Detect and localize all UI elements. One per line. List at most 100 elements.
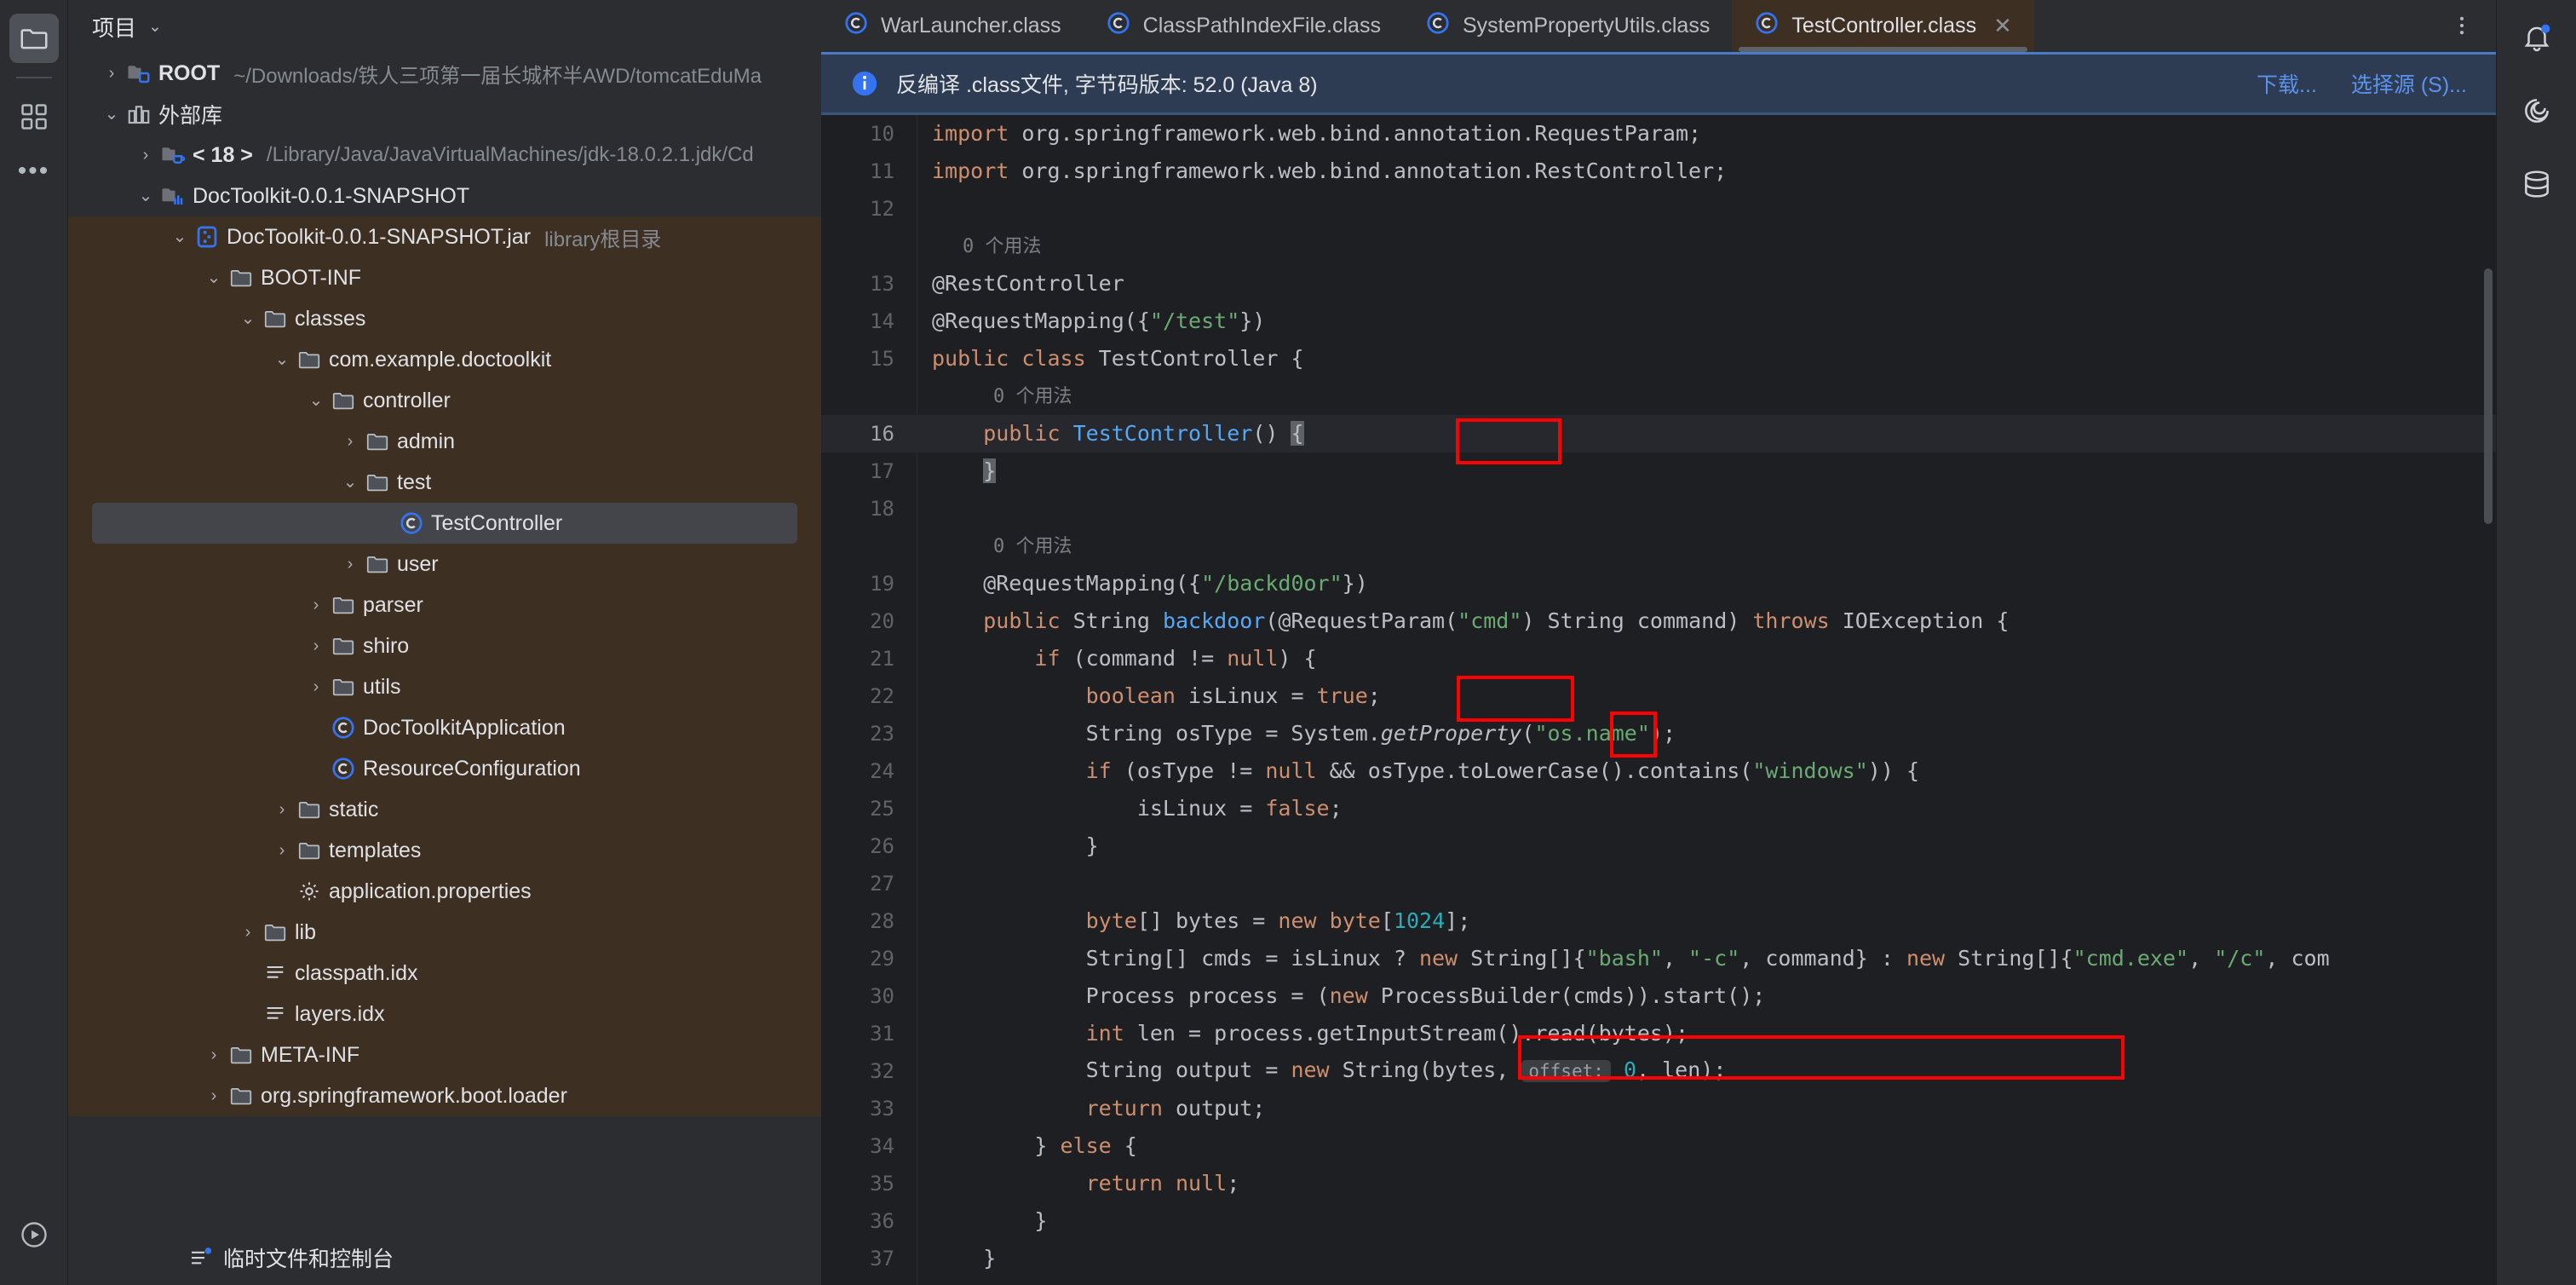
tree-node-org-springframework-boot-loader[interactable]: › org.springframework.boot.loader	[68, 1075, 821, 1116]
tree-node-utils[interactable]: › utils	[68, 666, 821, 707]
usage-hint: 0 个用法	[963, 235, 1042, 257]
tree-node-user[interactable]: › user	[68, 544, 821, 585]
code-line: 22 boolean isLinux = true;	[821, 677, 2496, 715]
tree-node-18[interactable]: › < 18 > /Library/Java/JavaVirtualMachines…	[68, 135, 821, 176]
close-icon[interactable]: ✕	[1993, 13, 2012, 39]
database-button[interactable]	[2511, 158, 2562, 210]
chevron-down-icon[interactable]: ⌄	[305, 392, 327, 409]
chevron-right-icon[interactable]: ›	[271, 801, 293, 818]
chevron-down-icon[interactable]: ⌄	[237, 310, 259, 327]
code-line: 11 import org.springframework.web.bind.an…	[821, 153, 2496, 190]
tree-node-parser[interactable]: › parser	[68, 585, 821, 625]
chevron-right-icon[interactable]: ›	[305, 637, 327, 654]
run-tool-window-button[interactable]	[9, 1210, 59, 1259]
tree-node-meta-inf[interactable]: › META-INF	[68, 1034, 821, 1075]
code-line: 36 }	[821, 1202, 2496, 1240]
code-text: String[] cmds = isLinux ? new String[]{"…	[932, 945, 2330, 971]
chevron-right-icon[interactable]: ›	[135, 147, 157, 164]
folder-icon	[293, 797, 325, 822]
structure-tool-window-button[interactable]	[9, 92, 59, 141]
tree-node-boot-inf[interactable]: ⌄ BOOT-INF	[68, 257, 821, 298]
tab-overflow-menu-button[interactable]	[2428, 0, 2496, 52]
code-line: 19 @RequestMapping({"/backd0or"})	[821, 565, 2496, 602]
package-icon	[332, 393, 354, 410]
line-number: 29	[870, 946, 894, 971]
editor-tab-label: TestController.class	[1791, 13, 1977, 37]
tree-node-static[interactable]: › static	[68, 789, 821, 830]
code-text: 0 个用法	[917, 377, 1072, 416]
tree-node-shiro[interactable]: › shiro	[68, 625, 821, 666]
chevron-right-icon[interactable]: ›	[305, 678, 327, 695]
tree-node-doctoolkit-0-0-1-snapshot-jar[interactable]: ⌄ DocToolkit-0.0.1-SNAPSHOT.jar library根目录	[68, 216, 821, 257]
chevron-right-icon[interactable]: ›	[305, 596, 327, 614]
chevron-right-icon[interactable]: ›	[203, 1087, 225, 1104]
tree-node-testcontroller[interactable]: ›TestController	[92, 503, 797, 544]
code-line: 16 public TestController() {	[821, 414, 2496, 452]
download-sources-link[interactable]: 下载...	[2257, 68, 2317, 99]
editor-tab-systempropertyutils[interactable]: SystemPropertyUtils.class	[1403, 0, 1732, 52]
tree-node-root[interactable]: › ROOT ~/Downloads/铁人三项第一届长城杯半AWD/tomcatEd…	[68, 53, 821, 94]
tree-node-controller[interactable]: ⌄ controller	[68, 380, 821, 421]
chevron-down-icon[interactable]: ⌄	[101, 106, 123, 123]
code-text: String osType = System.getProperty("os.n…	[932, 720, 1676, 746]
editor-scrollbar[interactable]	[2484, 268, 2493, 524]
chevron-right-icon[interactable]: ›	[101, 65, 123, 82]
chevron-right-icon[interactable]: ›	[271, 842, 293, 859]
chevron-down-icon[interactable]: ⌄	[135, 187, 157, 205]
more-tool-windows-button[interactable]: •••	[9, 147, 59, 196]
scratches-and-consoles-row[interactable]: 临时文件和控制台	[68, 1230, 821, 1285]
tree-node-com-example-doctoolkit[interactable]: ⌄ com.example.doctoolkit	[68, 339, 821, 380]
project-tool-window-button[interactable]	[9, 14, 59, 63]
editor-tab-warlauncher[interactable]: WarLauncher.class	[821, 0, 1084, 52]
chevron-down-icon[interactable]: ⌄	[203, 269, 225, 286]
code-text: int len = process.getInputStream().read(…	[1085, 1020, 1689, 1046]
tree-node-[interactable]: ⌄ 外部库	[68, 94, 821, 135]
tree-node-classes[interactable]: ⌄ classes	[68, 298, 821, 339]
chevron-right-icon[interactable]: ›	[339, 556, 361, 573]
ai-assistant-button[interactable]	[2511, 85, 2562, 136]
code-line: 17 }	[821, 452, 2496, 490]
code-text: return output;	[1085, 1095, 1266, 1121]
tree-node-doctoolkit-0-0-1-snapshot[interactable]: ⌄ DocToolkit-0.0.1-SNAPSHOT	[68, 176, 821, 216]
chevron-down-icon[interactable]: ⌄	[169, 228, 191, 245]
tree-node-layers-idx[interactable]: ›layers.idx	[68, 994, 821, 1034]
tree-node-admin[interactable]: › admin	[68, 421, 821, 462]
tree-node-resourceconfiguration[interactable]: ›ResourceConfiguration	[68, 748, 821, 789]
tree-node-label: DocToolkit-0.0.1-SNAPSHOT	[193, 183, 470, 208]
line-number: 12	[870, 196, 894, 221]
code-text: }	[932, 1207, 1048, 1233]
tree-node-label: DocToolkit-0.0.1-SNAPSHOT.jar	[227, 224, 532, 249]
chevron-down-icon[interactable]: ⌄	[339, 474, 361, 491]
line-number: 11	[870, 158, 894, 183]
code-text: }	[932, 1245, 997, 1271]
code-line: 21 if (command != null) {	[821, 640, 2496, 677]
tree-node-templates[interactable]: › templates	[68, 830, 821, 871]
code-text: 0 个用法	[917, 527, 1072, 566]
code-line: 14 @RequestMapping({"/test"})	[821, 303, 2496, 340]
tree-node-lib[interactable]: › lib	[68, 912, 821, 953]
chevron-down-icon[interactable]: ⌄	[148, 17, 162, 37]
line-number: 38	[821, 1277, 917, 1285]
tree-node-test[interactable]: ⌄ test	[68, 462, 821, 503]
tree-node-doctoolkitapplication[interactable]: ›DocToolkitApplication	[68, 707, 821, 748]
structure-icon	[20, 104, 47, 130]
choose-sources-link[interactable]: 选择源 (S)...	[2351, 68, 2467, 99]
tree-node-label: layers.idx	[295, 1001, 385, 1026]
editor-tab-classpathindexfile[interactable]: ClassPathIndexFile.class	[1084, 0, 1403, 52]
external-libraries-icon	[128, 106, 150, 124]
editor-tab-testcontroller[interactable]: TestController.class ✕	[1732, 0, 2034, 52]
chevron-right-icon[interactable]: ›	[339, 433, 361, 450]
ai-assistant-icon	[2524, 99, 2549, 123]
code-text: }	[983, 458, 997, 483]
chevron-right-icon[interactable]: ›	[237, 924, 259, 941]
code-line: 29 String[] cmds = isLinux ? new String[…	[821, 940, 2496, 977]
notifications-button[interactable]	[2511, 12, 2562, 63]
code-line: 0 个用法	[821, 377, 2496, 415]
code-viewport[interactable]: 10 import org.springframework.web.bind.an…	[821, 114, 2496, 1285]
chevron-down-icon[interactable]: ⌄	[271, 351, 293, 368]
tree-node-classpath-idx[interactable]: ›classpath.idx	[68, 953, 821, 994]
package-icon	[366, 556, 388, 573]
line-number: 27	[870, 871, 894, 896]
tree-node-application-properties[interactable]: ›application.properties	[68, 871, 821, 912]
chevron-right-icon[interactable]: ›	[203, 1046, 225, 1063]
